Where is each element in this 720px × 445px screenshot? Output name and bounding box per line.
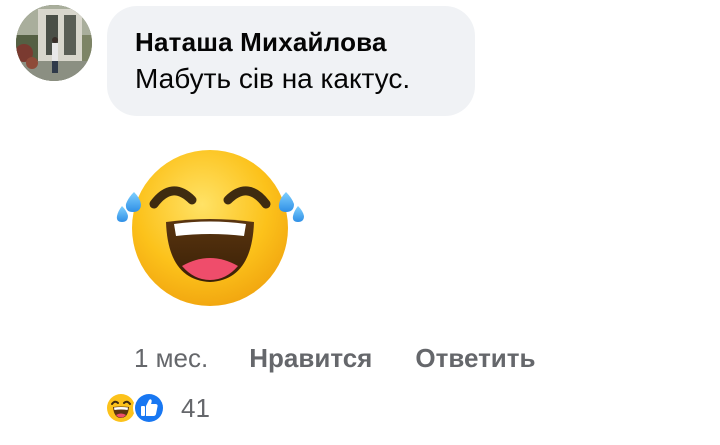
comment-bubble: Наташа Михайлова Мабуть сів на кактус.	[107, 6, 475, 116]
avatar[interactable]	[16, 5, 92, 81]
like-reaction-icon	[132, 391, 166, 425]
reaction-count: 41	[181, 392, 210, 423]
comment-author[interactable]: Наташа Михайлова	[135, 25, 447, 59]
reactions-summary[interactable]: 41	[104, 390, 210, 426]
comment-actions: 1 мес. Нравится Ответить	[134, 340, 536, 376]
comment-text: Мабуть сів на кактус.	[135, 63, 411, 94]
like-button[interactable]: Нравится	[249, 343, 372, 374]
reply-button[interactable]: Ответить	[415, 343, 535, 374]
comment-timestamp[interactable]: 1 мес.	[134, 343, 208, 374]
avatar-photo	[16, 5, 92, 81]
laughing-tears-emoji-icon	[110, 138, 310, 318]
